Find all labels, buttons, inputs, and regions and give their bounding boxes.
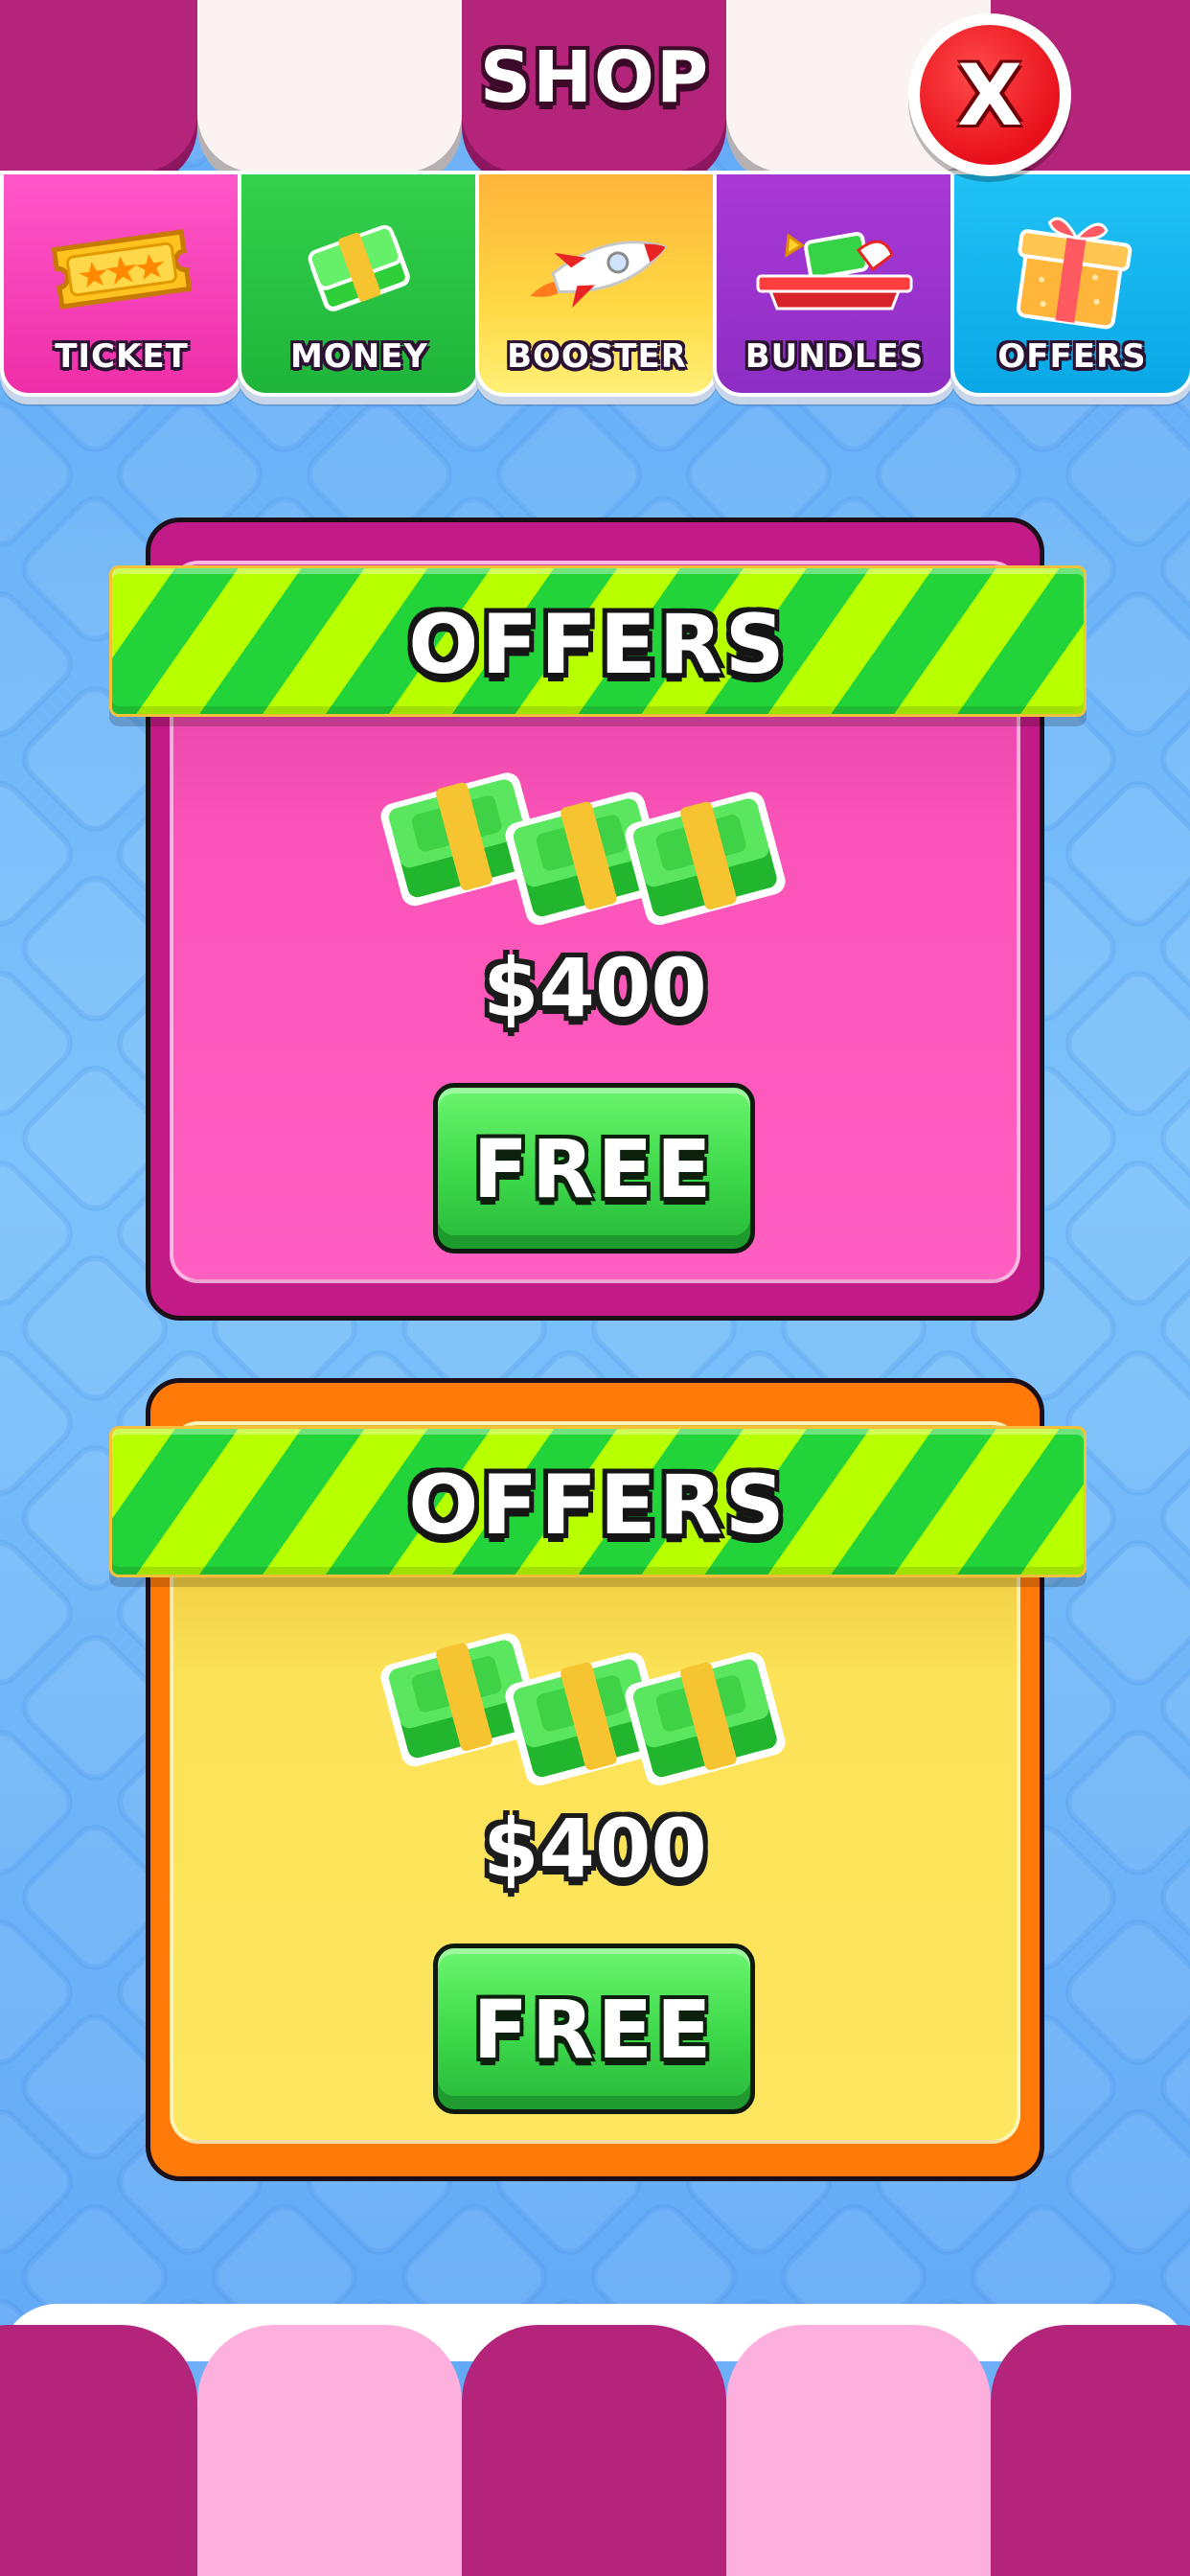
offer-2-free-label: FREE bbox=[472, 1983, 716, 2077]
money-stack-icon bbox=[241, 217, 477, 322]
tab-ticket[interactable]: TICKET bbox=[0, 171, 243, 397]
category-tabs: TICKET MONEY BOOSTER BUNDLES OFFERS bbox=[0, 171, 1190, 397]
close-icon: X bbox=[920, 25, 1060, 165]
tab-money[interactable]: MONEY bbox=[238, 171, 481, 397]
offer-1-free-button[interactable]: FREE bbox=[433, 1083, 755, 1254]
offer-2-price: $400 bbox=[483, 1802, 707, 1896]
offer-1-banner-label: OFFERS bbox=[408, 597, 788, 693]
tab-booster[interactable]: BOOSTER bbox=[475, 171, 719, 397]
tab-booster-label: BOOSTER bbox=[507, 337, 687, 376]
offer-1-price: $400 bbox=[483, 941, 707, 1035]
gift-box-icon bbox=[954, 217, 1190, 330]
offer-1-free-label: FREE bbox=[472, 1122, 716, 1216]
tab-bundles-label: BUNDLES bbox=[744, 337, 925, 376]
shop-title: SHOP bbox=[479, 36, 711, 119]
money-stacks-icon bbox=[380, 1633, 786, 1786]
offer-2-banner: OFFERS bbox=[109, 1426, 1087, 1577]
rocket-icon bbox=[479, 217, 715, 322]
tab-offers[interactable]: OFFERS bbox=[950, 171, 1190, 397]
money-stacks-icon bbox=[380, 772, 786, 926]
offer-2-free-button[interactable]: FREE bbox=[433, 1944, 755, 2114]
ticket-icon bbox=[4, 217, 240, 322]
close-button[interactable]: X bbox=[908, 13, 1071, 176]
bottom-awning bbox=[0, 2304, 1190, 2576]
bundle-chest-icon bbox=[717, 217, 952, 322]
offer-2-banner-label: OFFERS bbox=[408, 1458, 788, 1553]
tab-bundles[interactable]: BUNDLES bbox=[713, 171, 956, 397]
tab-money-label: MONEY bbox=[289, 337, 429, 376]
offer-1-banner: OFFERS bbox=[109, 565, 1087, 717]
tab-ticket-label: TICKET bbox=[55, 337, 189, 376]
tab-offers-label: OFFERS bbox=[997, 337, 1147, 376]
